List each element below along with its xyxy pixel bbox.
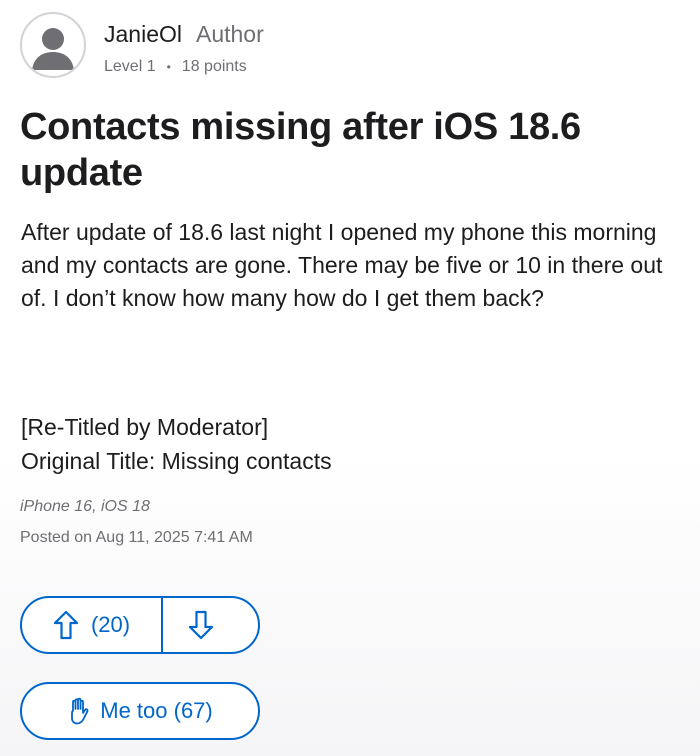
author-role-label: Author <box>195 21 264 47</box>
arrow-down-icon <box>188 610 213 640</box>
author-header: JanieOl Author Level 1 • 18 points <box>20 12 264 78</box>
author-level: Level 1 <box>104 58 156 75</box>
raised-hand-icon <box>71 697 89 725</box>
device-info: iPhone 16, iOS 18 <box>20 498 150 515</box>
upvote-button[interactable]: (20) <box>22 598 163 652</box>
author-level-line: Level 1 • 18 points <box>104 58 264 76</box>
downvote-button[interactable] <box>163 598 258 652</box>
me-too-label: Me too (67) <box>100 698 213 723</box>
me-too-button[interactable]: Me too (67) <box>20 682 260 740</box>
moderator-note: [Re-Titled by Moderator] Original Title:… <box>21 410 681 478</box>
post-body: After update of 18.6 last night I opened… <box>21 219 663 311</box>
author-name[interactable]: JanieOl <box>104 20 182 48</box>
arrow-up-icon <box>53 610 79 640</box>
vote-group: (20) <box>20 596 260 654</box>
upvote-count: (20) <box>90 612 131 637</box>
avatar[interactable] <box>20 12 86 78</box>
author-points: 18 points <box>181 58 247 75</box>
post-title: Contacts missing after iOS 18.6 update <box>20 106 581 194</box>
separator-dot: • <box>166 60 171 74</box>
author-line: JanieOl Author <box>104 20 264 48</box>
author-meta: JanieOl Author Level 1 • 18 points <box>104 20 264 76</box>
original-title-line: Original Title: Missing contacts <box>21 448 332 474</box>
moderator-note-line: [Re-Titled by Moderator] <box>21 414 269 440</box>
person-silhouette-icon <box>32 28 74 70</box>
posted-date: Posted on Aug 11, 2025 7:41 AM <box>20 529 253 546</box>
